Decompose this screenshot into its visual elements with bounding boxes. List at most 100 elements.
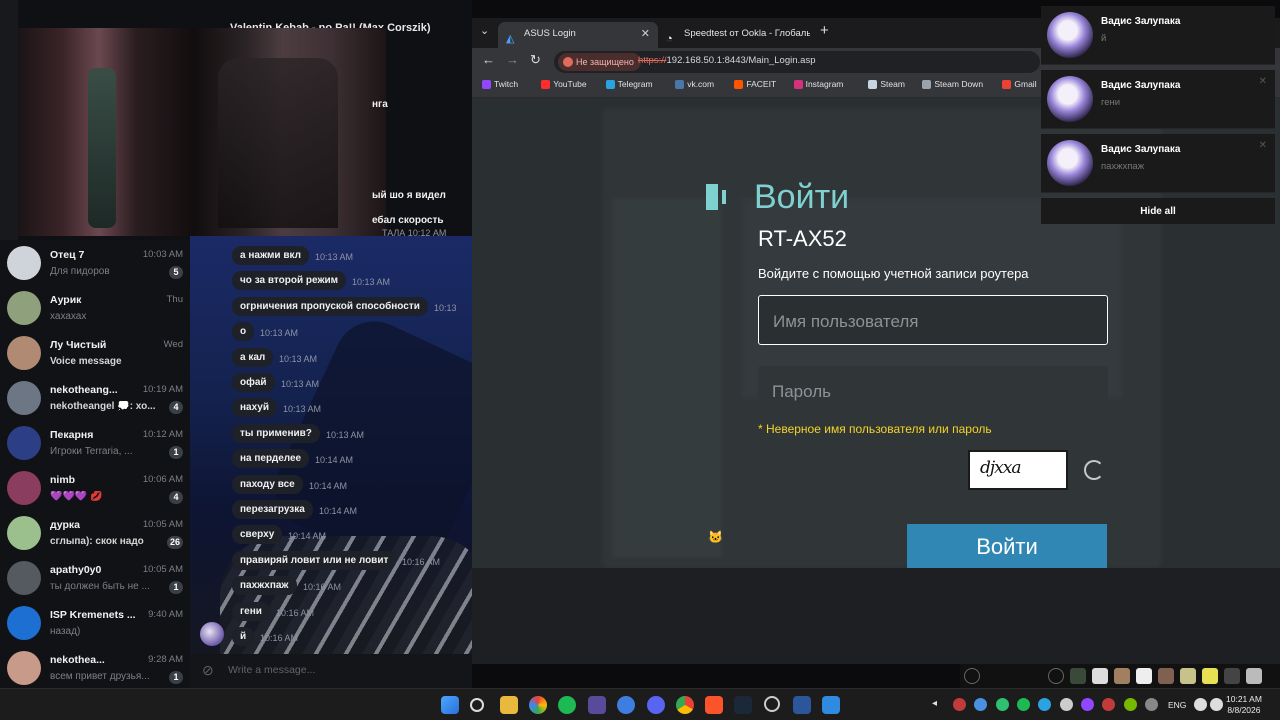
telegram-tray-icon[interactable] [1038, 698, 1051, 711]
bookmark-item[interactable]: Gmail [1002, 79, 1037, 89]
sticker-icon[interactable] [1136, 668, 1152, 684]
message-bubble[interactable]: гени [232, 601, 270, 621]
start-icon[interactable] [441, 696, 459, 714]
tray-arrow-icon[interactable]: ◂ [932, 698, 945, 711]
tray-app-icon[interactable] [1081, 698, 1094, 711]
emoji-icon[interactable] [964, 668, 980, 684]
back-icon[interactable]: ← [482, 52, 495, 67]
message-bubble[interactable]: ты применив? [232, 423, 320, 443]
app-icon[interactable] [764, 696, 780, 712]
captcha-input[interactable] [758, 450, 958, 490]
notification-card[interactable]: Вадис Залупака гени ✕ [1041, 70, 1275, 129]
network-icon[interactable] [1194, 698, 1207, 711]
message-bubble[interactable]: й [232, 627, 255, 646]
message-bubble[interactable]: на перделее [232, 449, 310, 469]
sticker-icon[interactable] [1092, 668, 1108, 684]
notification-card[interactable]: Вадис Залупака пахжхпаж ✕ [1041, 134, 1275, 193]
tray-app-icon[interactable] [1060, 698, 1073, 711]
tray-app-icon[interactable] [996, 698, 1009, 711]
bookmark-item[interactable]: Telegram [605, 79, 653, 89]
terminal-icon[interactable] [793, 696, 811, 714]
discord-icon[interactable] [647, 696, 665, 714]
captcha-refresh-icon[interactable] [1084, 460, 1104, 480]
spotify-icon[interactable] [558, 696, 576, 714]
message-bubble[interactable]: перезагрузка [232, 500, 313, 519]
close-icon[interactable]: ✕ [1259, 140, 1267, 151]
brave-icon[interactable] [705, 696, 723, 714]
bookmark-item[interactable]: Steam [868, 79, 905, 89]
hide-all-button[interactable]: Hide all [1041, 198, 1275, 224]
message-bubble[interactable]: а нажми вкл [232, 246, 309, 265]
message-bubble[interactable]: пахжхпаж [232, 576, 297, 596]
tab-search-icon[interactable]: ⌄ [480, 24, 489, 37]
chat-list-item[interactable]: nimb 10:06 AM 💜💜💜 💋 4 [0, 467, 190, 512]
tab-asus-login[interactable]: ◭ ASUS Login ✕ [498, 22, 658, 48]
bookmark-item[interactable]: Steam Down [922, 79, 983, 89]
message-bubble[interactable]: чо за второй режим [232, 271, 347, 291]
bookmark-item[interactable]: YouTube [541, 79, 587, 89]
video-call-preview[interactable] [18, 28, 386, 236]
chat-list-item[interactable]: Отец 7 10:03 AM Для пидоров 5 [0, 242, 190, 287]
bookmark-item[interactable]: Twitch [482, 79, 518, 89]
chat-list-item[interactable]: Лу Чистый Wed Voice message [0, 332, 190, 377]
clock-icon[interactable] [1048, 668, 1064, 684]
sticker-icon[interactable] [1180, 668, 1196, 684]
telegram-app-icon[interactable] [588, 696, 606, 714]
system-clock[interactable]: 10:21 AM 8/8/2026 [1226, 694, 1262, 716]
message-bubble[interactable]: о [232, 322, 255, 342]
bookmark-item[interactable]: vk.com [675, 79, 714, 89]
message-bubble[interactable]: офай [232, 373, 275, 392]
sticker-icon[interactable] [1202, 668, 1218, 684]
password-field[interactable]: Пароль [758, 366, 1108, 416]
nvidia-icon[interactable] [1124, 698, 1137, 711]
file-explorer-icon[interactable] [500, 696, 518, 714]
reload-icon[interactable]: ↻ [530, 52, 541, 68]
notification-card[interactable]: Вадис Залупака й [1041, 6, 1275, 65]
sticker-icon[interactable] [1158, 668, 1174, 684]
app-icon[interactable] [529, 696, 547, 714]
app-icon[interactable] [617, 696, 635, 714]
sticker-icon[interactable] [1224, 668, 1240, 684]
steam-icon[interactable] [734, 696, 752, 714]
new-tab-button[interactable]: + [820, 22, 829, 39]
not-secure-chip[interactable]: Не защищено [558, 53, 641, 71]
chat-list-item[interactable]: Аурик Thu хахахах [0, 287, 190, 332]
close-icon[interactable]: ✕ [1259, 76, 1267, 87]
message-input[interactable]: Write a message... [228, 664, 315, 676]
chat-list-item[interactable]: apathy0y0 10:05 AM ты должен быть не ...… [0, 557, 190, 602]
username-field[interactable]: Имя пользователя [758, 295, 1108, 345]
chrome-icon[interactable] [676, 696, 694, 714]
close-tab-icon[interactable]: ✕ [641, 22, 650, 46]
spotify-tray-icon[interactable] [1017, 698, 1030, 711]
chat-list-item[interactable]: ISP Kremenets ... 9:40 AM назад) [0, 602, 190, 647]
tray-app-icon[interactable] [953, 698, 966, 711]
message-composer[interactable]: ⊘ Write a message... [190, 654, 472, 688]
tray-app-icon[interactable] [1102, 698, 1115, 711]
chat-list-item[interactable]: nekotheang... 10:19 AM nekotheangel 💭: х… [0, 377, 190, 422]
search-icon[interactable] [470, 698, 484, 712]
forward-icon[interactable]: → [506, 52, 519, 67]
message-bubble[interactable]: а кал [232, 347, 274, 367]
message-bubble[interactable]: нахуй [232, 398, 277, 418]
app-icon[interactable] [822, 696, 840, 714]
sticker-icon[interactable] [1070, 668, 1086, 684]
attach-icon[interactable]: ⊘ [202, 662, 214, 679]
message-bubble[interactable]: паходу все [232, 474, 303, 494]
chat-list-item[interactable]: дурка 10:05 AM сглыпа): скок надо 26 [0, 512, 190, 557]
message-bubble[interactable]: сверху [232, 525, 283, 545]
sticker-icon[interactable] [1114, 668, 1130, 684]
microphone-icon[interactable] [1145, 698, 1158, 711]
language-indicator[interactable]: ENG [1168, 700, 1186, 710]
address-bar[interactable]: Не защищено https://192.168.50.1:8443/Ma… [554, 51, 1040, 73]
chat-list-item[interactable]: Пекарня 10:12 AM Игроки Terraria, ... 1 [0, 422, 190, 467]
bookmark-item[interactable]: Instagram [793, 79, 843, 89]
chat-list-item[interactable]: nekothea... 9:28 AM всем привет друзья..… [0, 647, 190, 692]
tray-app-icon[interactable] [974, 698, 987, 711]
tab-speedtest[interactable]: ◔ Speedtest от Ookla - Глобальн [658, 22, 810, 48]
message-bubble[interactable]: огрничения пропуской способности [232, 296, 428, 316]
bookmark-item[interactable]: FACEIT [734, 79, 776, 89]
message-bubble[interactable]: правиряй ловит или не ловит [232, 550, 397, 570]
login-button[interactable]: Войти [907, 524, 1107, 568]
sticker-icon[interactable] [1246, 668, 1262, 684]
volume-icon[interactable] [1210, 698, 1223, 711]
